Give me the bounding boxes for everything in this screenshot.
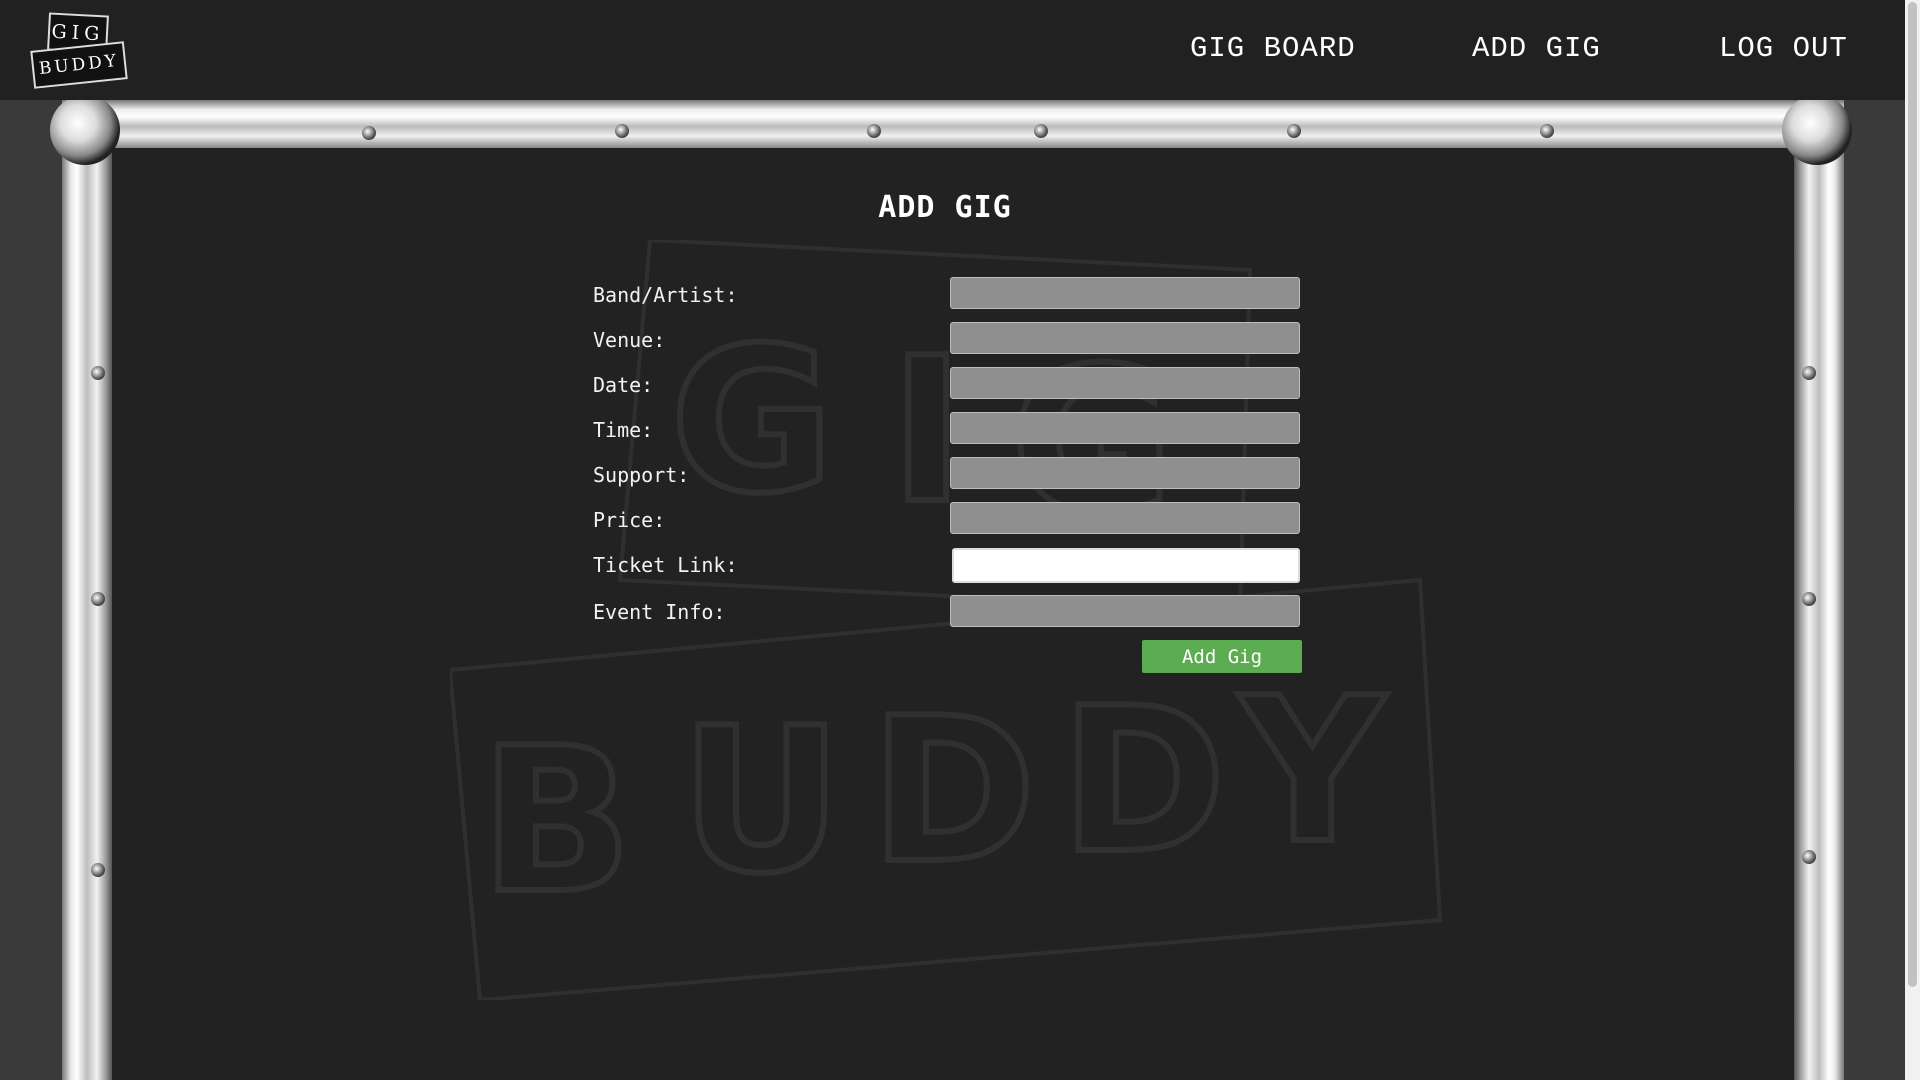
page-scrollbar[interactable] — [1905, 0, 1920, 1080]
price-label: Price: — [593, 508, 666, 532]
ticket-link-input[interactable] — [952, 548, 1300, 583]
price-input[interactable] — [950, 502, 1300, 534]
venue-label: Venue: — [593, 328, 666, 352]
nav-add-gig-link[interactable]: ADD GIG — [1472, 32, 1601, 65]
nav-log-out-link[interactable]: LOG OUT — [1719, 32, 1848, 65]
ticket-link-label: Ticket Link: — [593, 553, 738, 577]
rivet — [1802, 850, 1816, 864]
band-artist-label: Band/Artist: — [593, 283, 738, 307]
scrollbar-thumb[interactable] — [1908, 2, 1917, 987]
frame-right-rail — [1794, 100, 1844, 1080]
frame-top-rail — [62, 100, 1844, 148]
event-info-label: Event Info: — [593, 600, 726, 624]
support-label: Support: — [593, 463, 690, 487]
add-gig-button[interactable]: Add Gig — [1142, 640, 1302, 673]
page-title: ADD GIG — [878, 190, 1012, 225]
rivet — [1287, 124, 1301, 138]
rivet — [91, 366, 105, 380]
rivet — [362, 126, 376, 140]
event-info-input[interactable] — [950, 595, 1300, 627]
date-input[interactable] — [950, 367, 1300, 399]
frame-corner-right — [1782, 95, 1852, 165]
rivet — [615, 124, 629, 138]
nav-gig-board-link[interactable]: GIG BOARD — [1190, 32, 1356, 65]
rivet — [1802, 592, 1816, 606]
logo-tag-buddy: BUDDY — [30, 41, 128, 89]
time-label: Time: — [593, 418, 654, 442]
frame-corner-left — [50, 95, 120, 165]
venue-input[interactable] — [950, 322, 1300, 354]
support-input[interactable] — [950, 457, 1300, 489]
frame-left-rail — [62, 100, 112, 1080]
gig-buddy-logo[interactable]: GIG BUDDY — [30, 12, 130, 89]
rivet — [91, 863, 105, 877]
rivet — [1540, 124, 1554, 138]
top-navbar: GIG BUDDY GIG BOARD ADD GIG LOG OUT — [0, 0, 1905, 100]
band-artist-input[interactable] — [950, 277, 1300, 309]
time-input[interactable] — [950, 412, 1300, 444]
rivet — [1034, 124, 1048, 138]
rivet — [867, 124, 881, 138]
date-label: Date: — [593, 373, 654, 397]
rivet — [91, 592, 105, 606]
rivet — [1802, 366, 1816, 380]
